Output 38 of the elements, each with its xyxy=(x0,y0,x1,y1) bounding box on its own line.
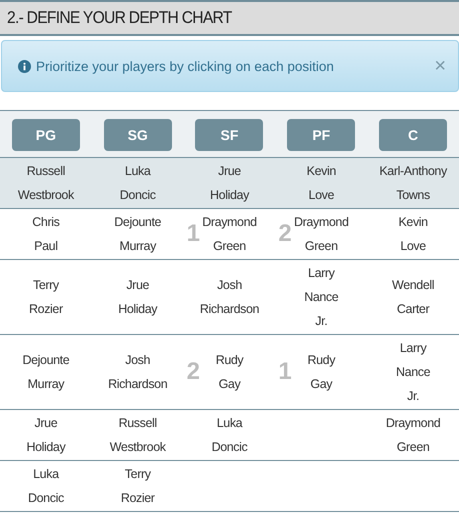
player-name[interactable]: Josh Richardson xyxy=(107,348,168,396)
player-name[interactable]: Jrue Holiday xyxy=(209,159,250,207)
section-title: 2.- DEFINE YOUR DEPTH CHART xyxy=(7,8,232,28)
priority-number: 1 xyxy=(186,222,200,246)
player-name[interactable]: Russell Westbrook xyxy=(17,159,74,207)
player-name[interactable]: Luka Doncic xyxy=(119,159,156,207)
player-name[interactable]: Dejounte Murray xyxy=(114,210,162,258)
player-name[interactable]: Josh Richardson xyxy=(198,273,260,321)
player-name[interactable]: Jrue Holiday xyxy=(26,411,66,459)
priority-number: 2 xyxy=(186,360,200,384)
position-button[interactable]: SG xyxy=(104,119,172,151)
player-name[interactable]: Terry Rozier xyxy=(120,462,156,510)
player-name[interactable]: Luka Doncic xyxy=(210,411,248,459)
player-name[interactable]: Draymond Green xyxy=(201,210,258,258)
player-name[interactable]: Kevin Love xyxy=(306,159,337,207)
priority-number: 2 xyxy=(278,222,292,246)
position-button[interactable]: SF xyxy=(195,119,264,151)
player-name[interactable]: Wendell Carter xyxy=(391,273,436,321)
player-name[interactable]: Rudy Gay xyxy=(306,348,336,396)
player-name[interactable]: Dejounte Murray xyxy=(22,348,70,396)
position-button[interactable]: C xyxy=(379,119,448,151)
player-name[interactable]: Luka Doncic xyxy=(27,462,64,510)
player-name[interactable]: Kevin Love xyxy=(398,210,429,258)
player-name[interactable]: Rudy Gay xyxy=(214,348,244,396)
player-name[interactable]: Jrue Holiday xyxy=(118,273,158,321)
player-name[interactable]: Chris Paul xyxy=(31,210,60,258)
player-name[interactable]: Terry Rozier xyxy=(28,273,64,321)
player-name[interactable]: Larry Nance Jr. xyxy=(303,261,340,333)
priority-number: 1 xyxy=(278,360,292,384)
player-name[interactable]: Draymond Green xyxy=(385,411,442,459)
position-button[interactable]: PG xyxy=(12,119,80,151)
position-button[interactable]: PF xyxy=(287,119,356,151)
alert-message: Prioritize your players by clicking on each position xyxy=(36,58,335,74)
player-name[interactable]: Larry Nance Jr. xyxy=(395,336,432,408)
player-name[interactable]: Karl-Anthony Towns xyxy=(378,159,448,207)
player-name[interactable]: Russell Westbrook xyxy=(109,411,166,459)
player-name[interactable]: Draymond Green xyxy=(293,210,350,258)
info-icon xyxy=(18,60,31,72)
